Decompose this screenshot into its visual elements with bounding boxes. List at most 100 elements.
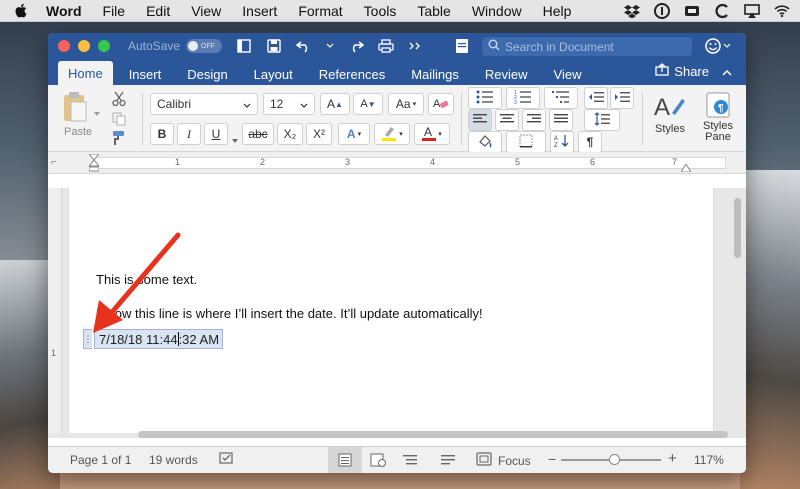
font-size-select[interactable]: 12 xyxy=(263,93,315,115)
focus-mode-button[interactable]: Focus xyxy=(476,452,531,469)
tab-mailings[interactable]: Mailings xyxy=(401,63,469,85)
undo-icon[interactable] xyxy=(296,38,312,54)
web-layout-view-button[interactable] xyxy=(370,453,386,470)
tab-layout[interactable]: Layout xyxy=(244,63,303,85)
apple-icon[interactable] xyxy=(14,3,28,19)
zoom-slider-thumb[interactable] xyxy=(609,454,620,465)
styles-button[interactable]: A Styles xyxy=(648,91,692,147)
menu-insert[interactable]: Insert xyxy=(242,3,277,19)
numbering-button[interactable]: 123 xyxy=(506,87,540,109)
tab-selector-icon[interactable]: ⌐ xyxy=(51,157,57,168)
minimize-button[interactable] xyxy=(78,40,90,52)
tab-insert[interactable]: Insert xyxy=(119,63,172,85)
sidebar-icon[interactable] xyxy=(236,38,252,54)
cloud-icon[interactable] xyxy=(684,3,700,19)
font-color-button[interactable]: A ▾ xyxy=(414,123,450,145)
vertical-scroll-thumb[interactable] xyxy=(734,198,741,258)
right-indent-marker-icon[interactable] xyxy=(680,161,692,175)
c-icon[interactable] xyxy=(714,3,730,19)
zoom-level[interactable]: 117% xyxy=(694,453,724,467)
tab-references[interactable]: References xyxy=(309,63,395,85)
italic-button[interactable]: I xyxy=(177,123,201,145)
paste-icon[interactable] xyxy=(62,91,88,126)
close-button[interactable] xyxy=(58,40,70,52)
increase-indent-button[interactable] xyxy=(610,87,634,109)
save-icon[interactable] xyxy=(266,38,282,54)
align-left-button[interactable] xyxy=(468,109,492,131)
text-effects-button[interactable]: A ▾ xyxy=(338,123,370,145)
tab-design[interactable]: Design xyxy=(177,63,237,85)
strikethrough-button[interactable]: abc xyxy=(242,123,274,145)
menu-app-word[interactable]: Word xyxy=(46,3,82,19)
horizontal-scroll-thumb[interactable] xyxy=(138,431,728,438)
share-button[interactable]: Share xyxy=(655,63,732,79)
vertical-ruler[interactable]: 1 xyxy=(48,188,62,433)
shading-button[interactable] xyxy=(468,131,502,153)
autosave-toggle[interactable]: OFF xyxy=(186,39,223,53)
menu-help[interactable]: Help xyxy=(543,3,572,19)
menu-edit[interactable]: Edit xyxy=(146,3,170,19)
menu-table[interactable]: Table xyxy=(417,3,450,19)
subscript-button[interactable]: X₂ xyxy=(277,123,303,145)
horizontal-ruler[interactable]: ⌐ 1 2 3 4 5 6 7 xyxy=(48,152,746,174)
menu-view[interactable]: View xyxy=(191,3,221,19)
decrease-indent-button[interactable] xyxy=(584,87,608,109)
tab-review[interactable]: Review xyxy=(475,63,538,85)
airplay-icon[interactable] xyxy=(744,3,760,19)
field-handle[interactable]: ⋮ xyxy=(83,329,93,349)
sort-button[interactable]: AZ xyxy=(550,131,574,153)
indent-marker-icon[interactable] xyxy=(87,153,101,175)
print-layout-view-button[interactable] xyxy=(328,447,362,473)
shrink-font-button[interactable]: A ▼ xyxy=(353,93,383,115)
borders-button[interactable] xyxy=(506,131,546,153)
search-box[interactable]: Search in Document xyxy=(482,37,692,56)
highlight-button[interactable]: ▾ xyxy=(374,123,410,145)
menu-window[interactable]: Window xyxy=(472,3,522,19)
zoom-in-button[interactable]: + xyxy=(668,450,677,467)
format-painter-icon[interactable] xyxy=(110,130,126,149)
word-count[interactable]: 19 words xyxy=(149,453,198,467)
chevron-down-icon[interactable] xyxy=(326,38,334,54)
customize-toolbar-icon[interactable] xyxy=(408,38,424,54)
wifi-icon[interactable] xyxy=(774,3,790,19)
print-icon[interactable] xyxy=(378,38,394,54)
document-line-2[interactable]: Below this line is where I’ll insert the… xyxy=(96,306,483,321)
superscript-button[interactable]: X² xyxy=(306,123,332,145)
grow-font-button[interactable]: A ▲ xyxy=(320,93,350,115)
clear-formatting-button[interactable]: A xyxy=(428,93,454,115)
outline-view-button[interactable] xyxy=(403,453,417,470)
underline-dropdown-icon[interactable] xyxy=(232,132,238,146)
bold-button[interactable]: B xyxy=(150,123,174,145)
draft-view-button[interactable] xyxy=(441,453,455,470)
paste-dropdown-icon[interactable] xyxy=(94,105,100,119)
font-name-select[interactable]: Calibri xyxy=(150,93,258,115)
copy-icon[interactable] xyxy=(112,112,126,129)
vertical-scrollbar[interactable] xyxy=(732,188,742,433)
tab-view[interactable]: View xyxy=(544,63,592,85)
maximize-button[interactable] xyxy=(98,40,110,52)
document-line-1[interactable]: This is some text. xyxy=(96,272,197,287)
redo-icon[interactable] xyxy=(348,38,365,54)
date-field[interactable]: 7/18/18 11:44:32 AM xyxy=(94,329,224,349)
collapse-ribbon-icon[interactable] xyxy=(722,64,732,79)
proofing-icon[interactable] xyxy=(219,452,235,469)
change-case-button[interactable]: Aa ▾ xyxy=(388,93,424,115)
cut-icon[interactable] xyxy=(112,91,126,110)
tab-home[interactable]: Home xyxy=(58,61,113,85)
underline-button[interactable]: U xyxy=(204,123,228,145)
onepassword-icon[interactable] xyxy=(654,3,670,19)
menu-file[interactable]: File xyxy=(103,3,126,19)
line-spacing-button[interactable] xyxy=(584,109,620,131)
feedback-icon[interactable] xyxy=(704,37,734,55)
page-count[interactable]: Page 1 of 1 xyxy=(70,453,131,467)
show-formatting-button[interactable]: ¶ xyxy=(578,131,602,153)
multilevel-list-button[interactable] xyxy=(544,87,578,109)
menu-format[interactable]: Format xyxy=(298,3,342,19)
dropbox-icon[interactable] xyxy=(624,3,640,19)
menu-tools[interactable]: Tools xyxy=(364,3,397,19)
bullets-button[interactable] xyxy=(468,87,502,109)
align-right-button[interactable] xyxy=(522,109,546,131)
document-page[interactable]: This is some text. Below this line is wh… xyxy=(68,188,714,433)
align-center-button[interactable] xyxy=(495,109,519,131)
zoom-out-button[interactable]: − xyxy=(548,451,556,467)
